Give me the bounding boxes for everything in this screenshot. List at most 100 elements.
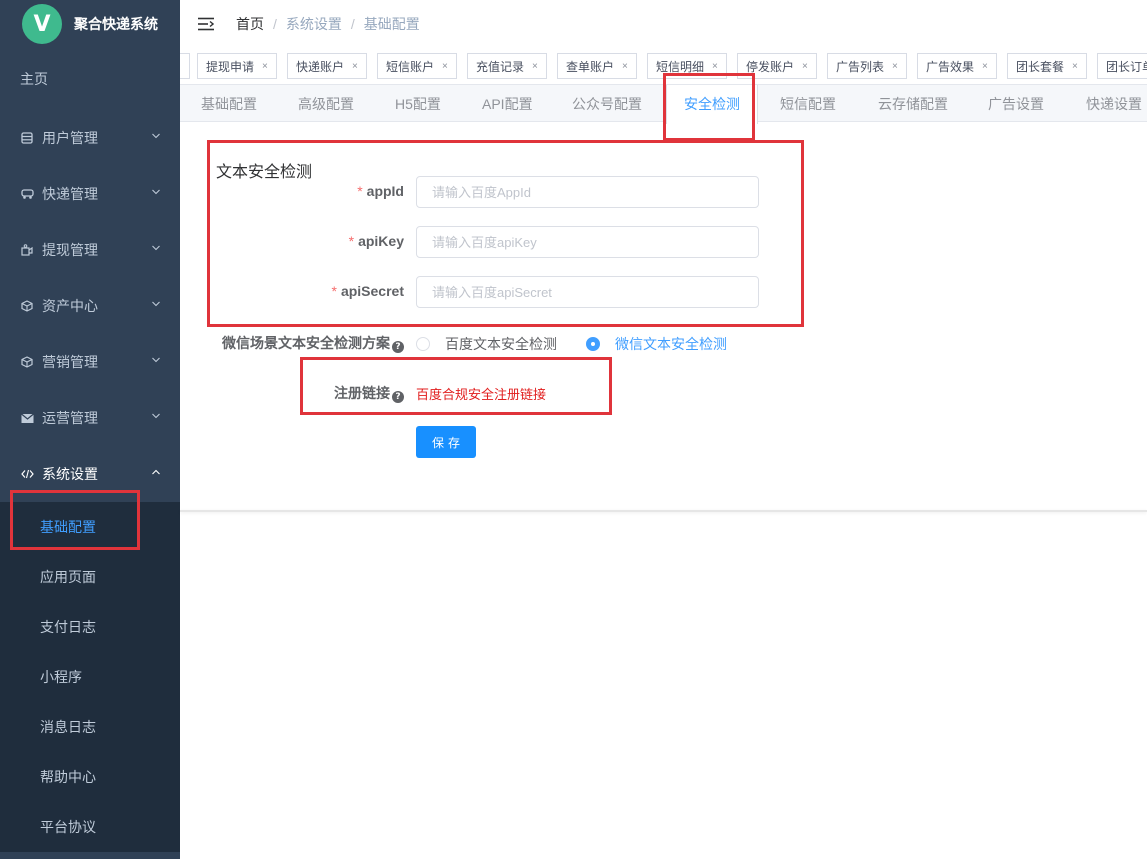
sidebar-item-label: 系统设置 [42, 466, 98, 482]
app-title: 聚合快递系统 [74, 16, 158, 32]
sidebar-item-marketing-management[interactable]: 营销管理 [0, 334, 180, 390]
sidebar-item-label: 用户管理 [42, 130, 98, 146]
money-icon [20, 243, 34, 257]
sidebar-item-asset-center[interactable]: 资产中心 [0, 278, 180, 334]
sidebar-item-label: 营销管理 [42, 354, 98, 370]
sidebar-item-express-management[interactable]: 快递管理 [0, 166, 180, 222]
tag-label: 团长订单 [1106, 59, 1147, 74]
mail-icon [20, 411, 34, 425]
annotation-box-tab [663, 73, 755, 141]
sidebar-item-label: 提现管理 [42, 242, 98, 258]
breadcrumb-home[interactable]: 首页 [236, 14, 264, 34]
close-icon[interactable]: × [1072, 61, 1078, 72]
box-icon [20, 355, 34, 369]
sidebar-subitem-app-pages[interactable]: 应用页面 [0, 552, 180, 602]
radio-circle[interactable] [586, 337, 600, 351]
tag-label: 提现申请 [206, 59, 255, 74]
breadcrumb-separator: / [350, 16, 355, 32]
sidebar-item-label: 主页 [20, 71, 48, 87]
close-icon[interactable]: × [262, 61, 268, 72]
chevron-down-icon [152, 301, 160, 307]
chevron-down-icon [152, 189, 160, 195]
box-icon [20, 299, 34, 313]
car-icon [20, 187, 34, 201]
sidebar-subitem-platform-agreement[interactable]: 平台协议 [0, 802, 180, 852]
radio-label: 微信文本安全检测 [615, 336, 727, 352]
sidebar-item-home[interactable]: 主页 [0, 48, 180, 110]
chevron-up-icon [152, 469, 160, 475]
tag-item[interactable]: 广告列表 × [827, 53, 907, 79]
scheme-label: 微信场景文本安全检测方案? [212, 333, 404, 353]
tag-label: 快递账户 [296, 59, 345, 74]
breadcrumb-system-settings: 系统设置 [285, 16, 342, 32]
tag-label: 广告列表 [836, 59, 885, 74]
close-icon[interactable]: × [532, 61, 538, 72]
tag-label: 查单账户 [566, 59, 615, 74]
tab-advanced-config[interactable]: 高级配置 [298, 85, 354, 123]
chevron-down-icon [152, 245, 160, 251]
tab-sms-config[interactable]: 短信配置 [780, 85, 836, 123]
save-button[interactable]: 保存 [416, 426, 476, 458]
tag-label: 团长套餐 [1016, 59, 1065, 74]
close-icon[interactable]: × [352, 61, 358, 72]
scheme-label-text: 微信场景文本安全检测方案 [222, 335, 390, 351]
sidebar-subitem-mini-program[interactable]: 小程序 [0, 652, 180, 702]
close-icon[interactable]: × [442, 61, 448, 72]
radio-label: 百度文本安全检测 [445, 336, 557, 352]
chevron-down-icon [152, 413, 160, 419]
close-icon[interactable]: × [982, 61, 988, 72]
radio-circle[interactable] [416, 337, 430, 351]
card-bottom-divider [180, 510, 1147, 512]
tag-item[interactable]: 短信账户 × [377, 53, 457, 79]
tag-label: 短信账户 [386, 59, 435, 74]
breadcrumb-basic-config: 基础配置 [363, 16, 420, 32]
tab-api-config[interactable]: API配置 [482, 85, 533, 123]
sidebar-subitem-payment-log[interactable]: 支付日志 [0, 602, 180, 652]
code-icon [20, 467, 34, 481]
tag-item[interactable]: 团长套餐 × [1007, 53, 1087, 79]
sidebar-subitem-help-center[interactable]: 帮助中心 [0, 752, 180, 802]
tag-label: 充值记录 [476, 59, 525, 74]
sidebar-item-withdraw-management[interactable]: 提现管理 [0, 222, 180, 278]
navbar: 首页 / 系统设置 / 基础配置 [180, 0, 1147, 48]
sidebar-subitem-message-log[interactable]: 消息日志 [0, 702, 180, 752]
sidebar-item-label: 资产中心 [42, 298, 98, 314]
tag-label: 短信明细 [656, 59, 705, 74]
tag-label: 停发账户 [746, 59, 795, 74]
tag-item[interactable]: 提现申请 × [197, 53, 277, 79]
breadcrumb-separator: / [273, 16, 277, 32]
system-submenu: 基础配置 应用页面 支付日志 小程序 消息日志 帮助中心 平台协议 [0, 502, 180, 852]
tag-item[interactable]: 快递账户 × [287, 53, 367, 79]
radio-baidu-scheme[interactable]: 百度文本安全检测 [416, 334, 557, 354]
sidebar-item-label: 运营管理 [42, 410, 98, 426]
tab-express-settings[interactable]: 快递设置 [1086, 85, 1142, 123]
radio-wechat-scheme[interactable]: 微信文本安全检测 [586, 334, 727, 354]
sidebar-item-operation-management[interactable]: 运营管理 [0, 390, 180, 446]
annotation-box-register [300, 357, 612, 415]
tab-basic-config[interactable]: 基础配置 [201, 85, 257, 123]
tag-item[interactable]: 查单账户 × [557, 53, 637, 79]
tab-ad-settings[interactable]: 广告设置 [988, 85, 1044, 123]
annotation-box-fields [207, 140, 804, 327]
close-icon[interactable]: × [802, 61, 808, 72]
tag-item[interactable]: 团长订单 [1097, 53, 1147, 79]
tag-label: 广告效果 [926, 59, 975, 74]
logo[interactable]: V 聚合快递系统 [0, 0, 180, 48]
close-icon[interactable]: × [622, 61, 628, 72]
sidebar-item-label: 快递管理 [42, 186, 98, 202]
close-icon[interactable]: × [892, 61, 898, 72]
menu-fold-icon[interactable] [198, 17, 214, 31]
tag-item[interactable]: 广告效果 × [917, 53, 997, 79]
tab-cloud-storage-config[interactable]: 云存储配置 [878, 85, 948, 123]
tag-item-partial[interactable] [180, 53, 190, 79]
chevron-down-icon [152, 133, 160, 139]
close-icon[interactable]: × [712, 61, 718, 72]
sidebar-item-user-management[interactable]: 用户管理 [0, 110, 180, 166]
tab-h5-config[interactable]: H5配置 [395, 85, 441, 123]
sidebar: V 聚合快递系统 主页 用户管理 快递管理 提现管理 资产中心 营销管理 运营管… [0, 0, 180, 859]
question-icon[interactable]: ? [392, 341, 404, 353]
annotation-box-sidebar [10, 490, 140, 550]
tag-item[interactable]: 充值记录 × [467, 53, 547, 79]
breadcrumb: 首页 / 系统设置 / 基础配置 [236, 14, 420, 34]
tab-official-account-config[interactable]: 公众号配置 [572, 85, 642, 123]
